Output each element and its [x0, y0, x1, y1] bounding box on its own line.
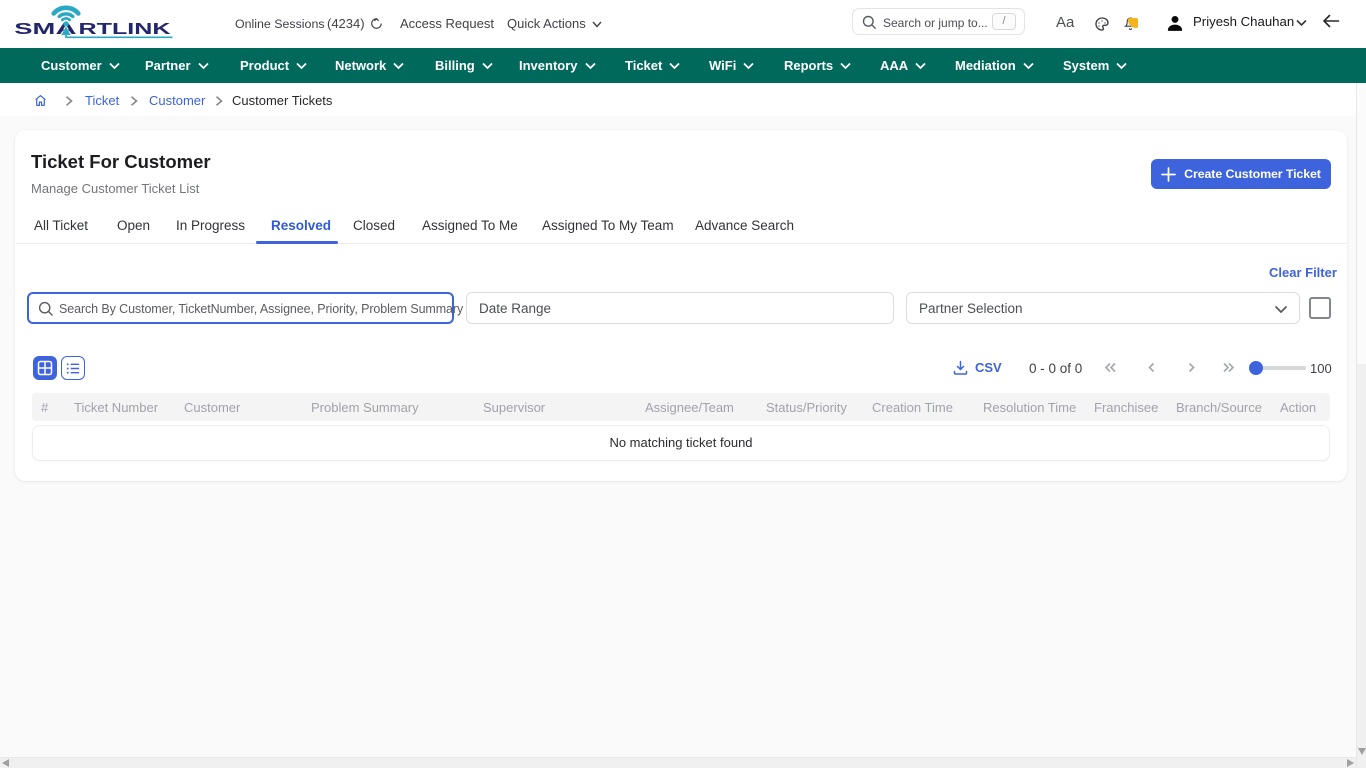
svg-text:SM: SM [14, 21, 55, 38]
svg-text:RTLINK: RTLINK [79, 21, 172, 38]
